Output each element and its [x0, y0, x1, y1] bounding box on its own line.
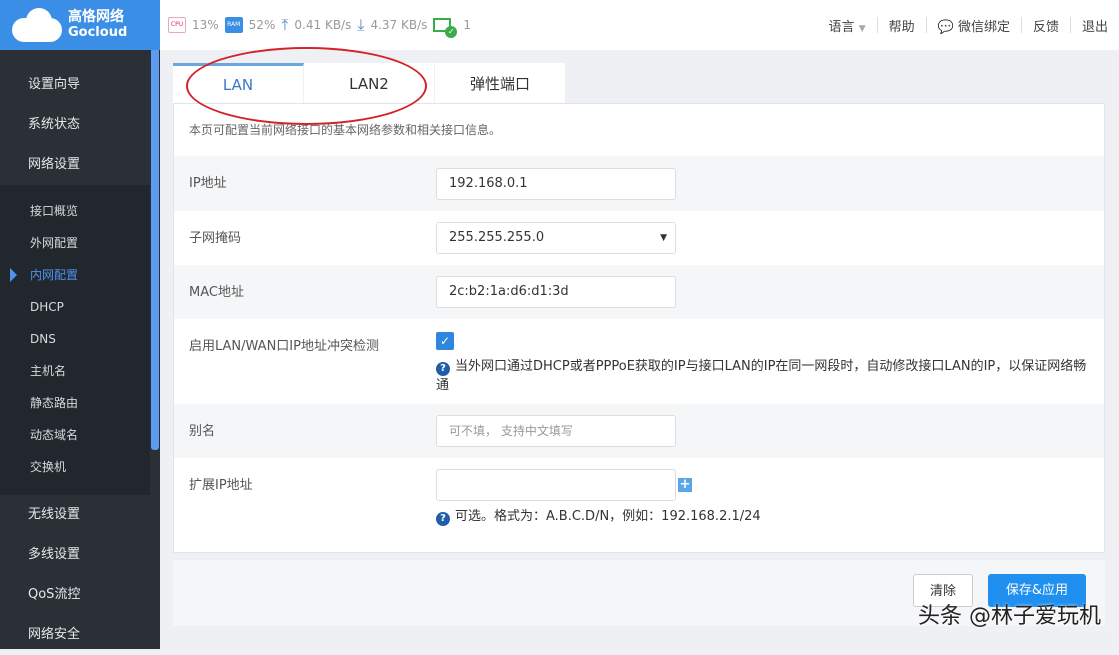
cpu-usage: 13%	[192, 18, 219, 32]
tab-flexible-port[interactable]: 弹性端口	[435, 63, 566, 103]
sidebar-subitem-static-route[interactable]: 静态路由	[0, 387, 150, 419]
sidebar-item-setup-wizard[interactable]: 设置向导	[0, 65, 150, 105]
upload-icon: ⤒	[281, 15, 288, 35]
sidebar-item-qos[interactable]: QoS流控	[0, 575, 150, 615]
cloud-logo-icon	[12, 8, 62, 42]
ip-input[interactable]: 192.168.0.1	[436, 168, 676, 200]
device-count: 1	[463, 18, 471, 32]
ram-icon: RAM	[225, 17, 243, 33]
sidebar-subitem-switch[interactable]: 交换机	[0, 451, 150, 483]
conflict-help: ?当外网口通过DHCP或者PPPoE获取的IP与接口LAN的IP在同一网段时，自…	[436, 357, 1096, 395]
wechat-icon: 💬	[938, 20, 954, 35]
question-icon: ?	[436, 512, 450, 526]
chevron-down-icon: ▼	[859, 24, 866, 34]
ext-ip-input[interactable]	[436, 469, 676, 501]
feedback-link[interactable]: 反馈	[1022, 16, 1070, 35]
conflict-checkbox[interactable]: ✓	[436, 332, 454, 350]
network-submenu: 接口概览 外网配置 内网配置 DHCP DNS 主机名 静态路由 动态域名 交换…	[0, 185, 150, 495]
mac-input[interactable]: 2c:b2:1a:d6:d1:3d	[436, 276, 676, 308]
ext-ip-label: 扩展IP地址	[189, 474, 253, 493]
ext-ip-row: 扩展IP地址 + ? 可选。格式为：A.B.C.D/N，例如：192.168.2.…	[174, 458, 1104, 554]
sidebar-subitem-wan-config[interactable]: 外网配置	[0, 227, 150, 259]
tab-lan[interactable]: LAN	[173, 63, 304, 103]
brand-cn: 高恪网络	[68, 9, 127, 25]
mask-label: 子网掩码	[189, 227, 241, 246]
wechat-label: 微信绑定	[958, 20, 1010, 35]
sidebar-subitem-dhcp[interactable]: DHCP	[0, 291, 150, 323]
top-bar: 高恪网络Gocloud CPU 13% RAM 52% ⤒ 0.41 KB/s ⤓ 4.…	[0, 0, 1119, 50]
brand-en: Gocloud	[68, 25, 127, 41]
tab-bar: LAN LAN2 弹性端口	[173, 63, 566, 103]
conflict-row: 启用LAN/WAN口IP地址冲突检测 ✓ ?当外网口通过DHCP或者PPPoE获…	[174, 319, 1104, 404]
sidebar-item-security[interactable]: 网络安全	[0, 615, 150, 655]
watermark: 头条 @林子爱玩机	[918, 598, 1101, 630]
mac-row: MAC地址 2c:b2:1a:d6:d1:3d	[174, 265, 1104, 319]
logout-link[interactable]: 退出	[1071, 16, 1119, 35]
alias-input[interactable]: 可不填， 支持中文填写	[436, 415, 676, 447]
cpu-icon: CPU	[168, 17, 186, 33]
alias-row: 别名 可不填， 支持中文填写	[174, 404, 1104, 458]
logo: 高恪网络Gocloud	[0, 0, 160, 50]
sidebar-item-multiline[interactable]: 多线设置	[0, 535, 150, 575]
device-monitor-icon	[433, 18, 451, 32]
tab-lan2[interactable]: LAN2	[304, 63, 435, 103]
ext-ip-help: ? 可选。格式为：A.B.C.D/N，例如：192.168.2.1/24	[436, 507, 1096, 526]
caret-down-icon: ▼	[660, 223, 667, 253]
header-menu: 语言 ▼ 帮助 💬 微信绑定 反馈 退出	[818, 0, 1119, 50]
sidebar-subitem-hostname[interactable]: 主机名	[0, 355, 150, 387]
sidebar-subitem-interface-overview[interactable]: 接口概览	[0, 195, 150, 227]
sidebar-subitem-ddns[interactable]: 动态域名	[0, 419, 150, 451]
sidebar-item-system-status[interactable]: 系统状态	[0, 105, 150, 145]
status-stats: CPU 13% RAM 52% ⤒ 0.41 KB/s ⤓ 4.37 KB/s 1	[168, 15, 471, 35]
subnet-mask-select[interactable]: 255.255.255.0 ▼	[436, 222, 676, 254]
alias-label: 别名	[189, 420, 215, 439]
language-label: 语言	[829, 20, 855, 35]
lan-settings-panel: 本页可配置当前网络接口的基本网络参数和相关接口信息。 IP地址 192.168.…	[173, 103, 1105, 553]
sidebar-item-network-settings[interactable]: 网络设置	[0, 145, 150, 185]
conflict-help-text: 当外网口通过DHCP或者PPPoE获取的IP与接口LAN的IP在同一网段时，自动…	[436, 359, 1086, 393]
upload-speed: 0.41 KB/s	[294, 18, 351, 32]
language-menu[interactable]: 语言 ▼	[818, 16, 877, 35]
scrollbar-thumb[interactable]	[151, 50, 159, 450]
sidebar-subitem-dns[interactable]: DNS	[0, 323, 150, 355]
mask-row: 子网掩码 255.255.255.0 ▼	[174, 211, 1104, 265]
ext-ip-help-text: 可选。格式为：A.B.C.D/N，例如：192.168.2.1/24	[455, 509, 761, 524]
question-icon: ?	[436, 362, 450, 376]
page-description: 本页可配置当前网络接口的基本网络参数和相关接口信息。	[174, 104, 1104, 156]
sidebar-item-wireless[interactable]: 无线设置	[0, 495, 150, 535]
ip-row: IP地址 192.168.0.1	[174, 156, 1104, 211]
download-icon: ⤓	[357, 15, 364, 35]
add-ip-icon[interactable]: +	[678, 478, 692, 492]
conflict-label: 启用LAN/WAN口IP地址冲突检测	[189, 335, 379, 354]
ip-label: IP地址	[189, 172, 227, 191]
sidebar-scrollbar[interactable]	[150, 50, 160, 649]
subnet-mask-value: 255.255.255.0	[449, 230, 544, 245]
mac-label: MAC地址	[189, 281, 244, 300]
sidebar: 设置向导 系统状态 网络设置 接口概览 外网配置 内网配置 DHCP DNS 主…	[0, 50, 150, 649]
ram-usage: 52%	[249, 18, 276, 32]
wechat-bind-link[interactable]: 💬 微信绑定	[927, 16, 1021, 35]
sidebar-subitem-lan-config[interactable]: 内网配置	[0, 259, 150, 291]
download-speed: 4.37 KB/s	[370, 18, 427, 32]
help-link[interactable]: 帮助	[878, 16, 926, 35]
